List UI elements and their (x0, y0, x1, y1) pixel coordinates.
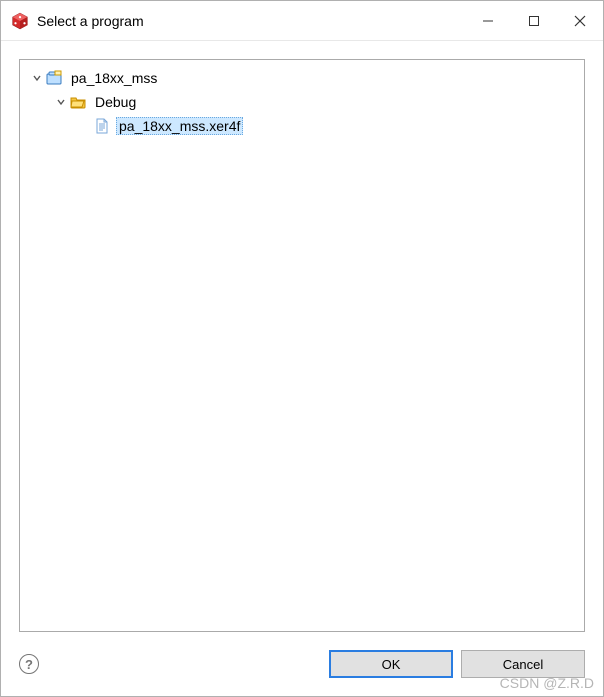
help-icon[interactable]: ? (19, 654, 39, 674)
tree-node-label: Debug (92, 93, 139, 111)
titlebar: Select a program (1, 1, 603, 41)
cancel-button[interactable]: Cancel (461, 650, 585, 678)
dialog-button-bar: ? OK Cancel (1, 632, 603, 696)
tree-project-node[interactable]: pa_18xx_mss (20, 66, 584, 90)
maximize-button[interactable] (511, 1, 557, 40)
window-controls (465, 1, 603, 40)
dialog-window: Select a program (0, 0, 604, 697)
tree-node-label: pa_18xx_mss (68, 69, 160, 87)
project-icon (46, 70, 62, 86)
client-area: pa_18xx_mss (1, 41, 603, 632)
file-icon (94, 118, 110, 134)
folder-open-icon (70, 94, 86, 110)
minimize-button[interactable] (465, 1, 511, 40)
expand-arrow-icon (78, 119, 92, 133)
expand-arrow-icon[interactable] (30, 71, 44, 85)
window-title: Select a program (37, 13, 465, 29)
ok-button[interactable]: OK (329, 650, 453, 678)
program-tree[interactable]: pa_18xx_mss (19, 59, 585, 632)
tree-file-node[interactable]: pa_18xx_mss.xer4f (20, 114, 584, 138)
tree-folder-node[interactable]: Debug (20, 90, 584, 114)
expand-arrow-icon[interactable] (54, 95, 68, 109)
tree-node-label: pa_18xx_mss.xer4f (116, 117, 243, 135)
close-button[interactable] (557, 1, 603, 40)
app-icon (11, 12, 29, 30)
